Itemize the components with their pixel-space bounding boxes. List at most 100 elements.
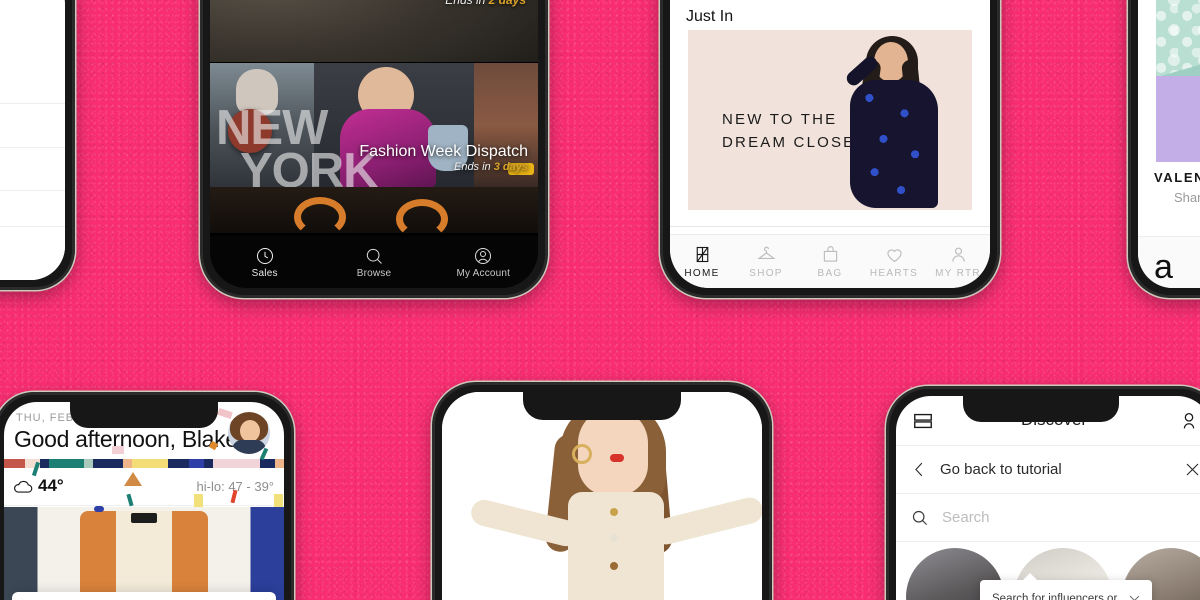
divider <box>670 226 990 227</box>
nav-label: HOME <box>684 268 720 279</box>
sunglasses-image <box>210 0 450 34</box>
stripe-segment <box>203 459 213 468</box>
stripe-segment <box>123 459 133 468</box>
bottom-nav[interactable]: Sales Browse My Account <box>210 236 538 288</box>
greeting-text: Good afternoon, Blake <box>14 426 238 452</box>
phone-mockup-wishlist: Wishlist <box>0 0 75 290</box>
new-season-screen: New-season <box>442 392 762 600</box>
tutorial-label: Go back to tutorial <box>940 461 1062 478</box>
score-card[interactable]: Score! You’re in! <box>12 592 276 600</box>
ends-in-value: 3 days <box>493 161 528 173</box>
stripe-segment <box>84 459 94 468</box>
search-icon <box>912 510 928 526</box>
clock-icon <box>256 247 273 264</box>
close-icon[interactable] <box>1127 593 1142 600</box>
bag-icon <box>823 246 837 262</box>
card-caption: Jimmy Choo Ends in 2 days <box>418 0 526 7</box>
stripe-segment <box>93 459 124 468</box>
nav-item-my-rtr[interactable]: MY RTR <box>926 244 990 279</box>
stripe-segment <box>275 459 284 468</box>
wishlist-screen: Wishlist <box>0 0 65 280</box>
nav-label: SHOP <box>749 268 783 279</box>
close-icon[interactable] <box>1183 460 1200 479</box>
person-icon <box>951 247 965 262</box>
stripe-segment <box>132 459 168 468</box>
search-placeholder: Search <box>942 509 990 526</box>
tooltip-line-1: Search for influencers or <box>992 593 1118 600</box>
search-tooltip[interactable]: Search for influencers or specific produ… <box>980 573 1152 600</box>
dream-closet-card[interactable]: NEW TO THE DREAM CLOSET <box>688 30 972 210</box>
tutorial-row[interactable]: Go back to tutorial <box>896 446 1200 494</box>
bottom-nav[interactable]: Wishlist <box>0 226 65 280</box>
phone-mockup-discover: Discover Go back to tutorial Search <box>886 386 1200 600</box>
bottom-nav[interactable]: HOME SHOP BAG HEARTS MY RTR <box>670 234 990 288</box>
outfit-photo[interactable] <box>4 507 284 600</box>
cloud-icon <box>14 480 33 493</box>
sales-screen: Jimmy Choo Ends in 2 days NEW YORK Fashi… <box>210 0 538 288</box>
product-caption: VALENTIN <box>1154 170 1200 185</box>
section-title-just-in: Just In <box>686 8 734 25</box>
model-photo <box>828 36 958 210</box>
fashion-week-card[interactable]: NEW YORK Fashion Week Dispatch Ends in 3… <box>210 63 538 187</box>
color-stripe <box>4 459 284 468</box>
nav-label: Browse <box>356 267 392 279</box>
hanger-icon <box>756 246 776 260</box>
ends-in-text: Ends in 3 days <box>453 161 528 173</box>
phone-mockup-greeting: THU, FEB 7 Good afternoon, Blake 44° hi-… <box>0 392 294 600</box>
category-carousel[interactable]: Sale Ale Under $5 Search for influencers… <box>896 544 1200 600</box>
person-icon[interactable] <box>1178 410 1200 432</box>
valentines-screen: VALENTIN Share a <box>1138 0 1200 288</box>
app-logo: a <box>1154 248 1173 286</box>
nav-label: My Account <box>456 267 511 279</box>
ends-in-value: 2 days <box>488 0 526 7</box>
stripe-segment <box>24 459 40 468</box>
temperature: 44° <box>38 476 64 495</box>
nav-item-browse[interactable]: Browse <box>319 246 428 279</box>
ends-in-text: Ends in 2 days <box>418 0 526 7</box>
hi-lo-temperature: hi-lo: 47 - 39° <box>196 479 274 494</box>
stripe-segment <box>48 459 85 468</box>
nav-item-shop[interactable]: SHOP <box>734 244 798 279</box>
phone-mockup-sales: Jimmy Choo Ends in 2 days NEW YORK Fashi… <box>200 0 548 298</box>
model-photo <box>442 392 762 600</box>
nav-item-bag[interactable]: BAG <box>798 244 862 279</box>
nav-item-hearts[interactable]: HEARTS <box>862 244 926 279</box>
avatar[interactable] <box>228 412 270 454</box>
rtr-screen: Just In NEW TO THE DREAM CLOSET Limited … <box>670 0 990 288</box>
overlay-line-2: YORK <box>240 144 379 187</box>
phone-notch <box>963 396 1120 422</box>
search-bar[interactable]: Search <box>896 494 1200 542</box>
stripe-segment <box>260 459 276 468</box>
nav-item-my-account[interactable]: My Account <box>429 246 538 279</box>
chevron-left-icon[interactable] <box>910 460 929 479</box>
stripe-segment <box>212 459 261 468</box>
jimmy-choo-card[interactable]: Jimmy Choo Ends in 2 days <box>210 0 538 62</box>
phone-notch <box>70 402 218 428</box>
person-icon <box>475 247 492 264</box>
card-caption: Fashion Week Dispatch Ends in 3 days <box>359 143 528 173</box>
bottom-bar[interactable]: a <box>1138 236 1200 288</box>
nav-label: MY RTR <box>935 268 981 279</box>
discover-screen: Discover Go back to tutorial Search <box>896 396 1200 600</box>
search-icon <box>366 248 382 264</box>
coat-image <box>79 511 209 600</box>
phone-mockup-valentines: VALENTIN Share a <box>1128 0 1200 298</box>
handbags-card[interactable] <box>210 187 538 233</box>
stripe-segment <box>188 459 204 468</box>
card-title: Fashion Week Dispatch <box>359 143 528 160</box>
nav-item-home[interactable]: HOME <box>670 244 734 279</box>
stripe-segment <box>39 459 49 468</box>
new-york-overlay: NEW YORK <box>216 103 379 187</box>
phone-mockup-new-season: New-season <box>432 382 772 600</box>
nav-item-sales[interactable]: Sales <box>210 246 319 279</box>
phone-notch <box>523 392 681 420</box>
weather-bar[interactable]: 44° hi-lo: 47 - 39° <box>4 468 284 506</box>
stripe-segment <box>4 459 25 468</box>
nav-label: Sales <box>251 267 278 279</box>
heart-icon <box>886 249 902 263</box>
product-image[interactable] <box>1156 0 1200 162</box>
product-subcaption: Share <box>1174 190 1200 205</box>
home-icon <box>696 246 708 263</box>
phone-mockup-rtr: Just In NEW TO THE DREAM CLOSET Limited … <box>660 0 1000 298</box>
color-swatch-bar <box>0 68 45 74</box>
